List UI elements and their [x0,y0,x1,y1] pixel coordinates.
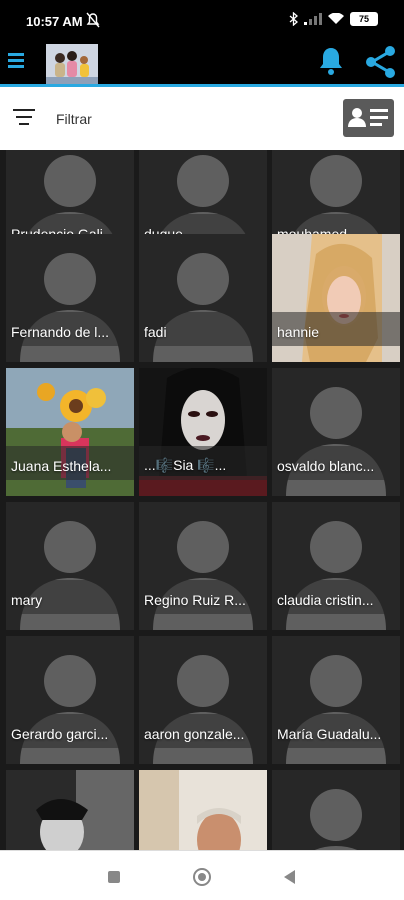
signal-icon [304,13,322,25]
contact-tile[interactable]: fadi [139,234,267,362]
contact-name: claudia cristin... [277,592,374,608]
filter-bar: Filtrar [0,87,404,150]
contact-name: ...🎼Sia 🎼... [144,457,227,473]
contact-card-icon [348,108,388,127]
contact-tile[interactable]: osvaldo blanc... [272,368,400,496]
contact-tile[interactable] [272,770,400,850]
hamburger-icon[interactable] [8,50,24,70]
bluetooth-icon [289,12,298,26]
group-avatar[interactable] [46,44,98,84]
contact-name: osvaldo blanc... [277,458,375,474]
contact-name: Fernando de l... [11,324,110,340]
default-avatar-icon [310,789,362,850]
contact-tile[interactable]: María Guadalu... [272,636,400,764]
contact-tile[interactable]: ...🎼Sia 🎼... [139,368,267,496]
recents-button[interactable] [108,871,120,883]
contact-card-button[interactable] [343,99,394,137]
status-indicators: 75 [289,12,378,26]
contact-name: Gerardo garci... [11,726,109,742]
home-button[interactable] [193,868,211,886]
filter-label[interactable]: Filtrar [56,111,92,127]
contact-name: Regino Ruiz R... [144,592,246,608]
filter-icon[interactable] [13,109,35,127]
contact-tile[interactable]: claudia cristin... [272,502,400,630]
contact-tile[interactable]: aaron gonzale... [139,636,267,764]
contact-grid: Prudencio Gali...duquemouhamedFernando d… [0,150,404,850]
contact-name: fadi [144,324,167,340]
mute-icon [86,12,100,28]
contact-name: Juana Esthela... [11,458,112,474]
wifi-icon [328,13,344,24]
back-button[interactable] [284,870,295,884]
contact-tile[interactable]: Regino Ruiz R... [139,502,267,630]
contact-name: aaron gonzale... [144,726,245,742]
contact-tile[interactable]: mary [6,502,134,630]
contact-name: mary [11,592,43,608]
contact-photo [139,770,267,850]
contact-name: hannie [277,324,320,340]
app-bar [0,44,404,84]
contact-name: María Guadalu... [277,726,382,742]
contact-tile[interactable]: Juana Esthela... [6,368,134,496]
contact-tile[interactable]: Gerardo garci... [6,636,134,764]
status-bar: 10:57 AM 75 [0,0,404,44]
contact-photo [6,770,134,850]
contact-tile[interactable]: hannie [272,234,400,362]
battery-indicator: 75 [350,12,378,26]
contact-tile[interactable]: Fernando de l... [6,234,134,362]
bell-icon[interactable] [316,45,346,77]
share-icon[interactable] [362,44,398,80]
contact-tile[interactable] [6,770,134,850]
contact-tile[interactable] [139,770,267,850]
system-nav-bar [0,850,404,900]
status-time: 10:57 AM [26,14,83,29]
